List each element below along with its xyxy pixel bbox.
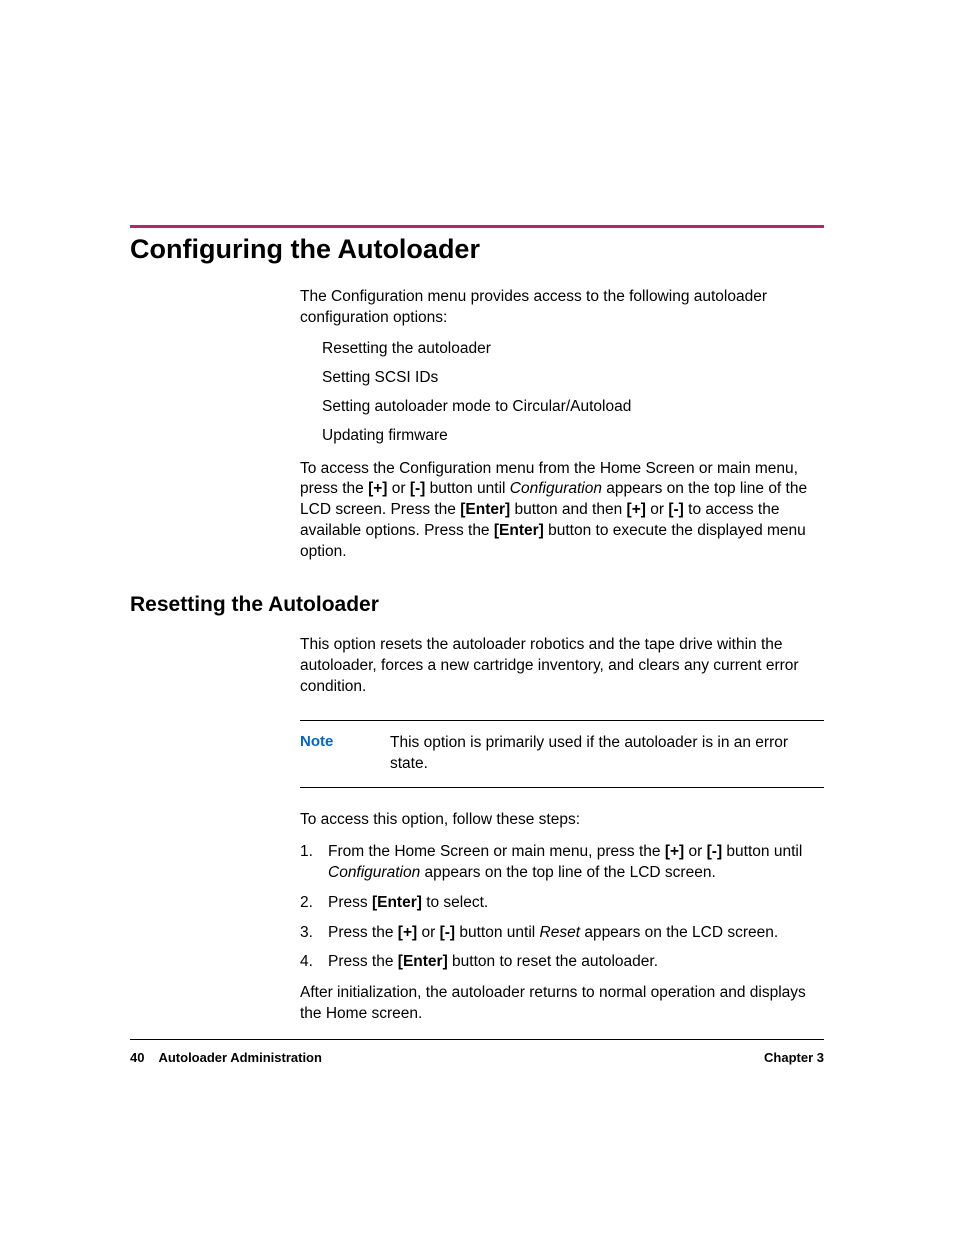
note-label: Note — [300, 733, 390, 775]
step-item: Press the [Enter] button to reset the au… — [300, 951, 824, 973]
access-paragraph: To access the Configuration menu from th… — [300, 459, 824, 564]
page-number: 40 — [130, 1050, 144, 1065]
footer-section-title: Autoloader Administration — [158, 1050, 321, 1065]
outro-paragraph: After initialization, the autoloader ret… — [300, 983, 824, 1025]
step-item: From the Home Screen or main menu, press… — [300, 841, 824, 884]
heading-configuring: Configuring the Autoloader — [130, 234, 824, 265]
note-text: This option is primarily used if the aut… — [390, 733, 824, 775]
page-footer: 40 Autoloader Administration Chapter 3 — [130, 1050, 824, 1065]
option-item: Resetting the autoloader — [322, 339, 824, 360]
step-item: Press the [+] or [-] button until Reset … — [300, 922, 824, 944]
option-item: Setting SCSI IDs — [322, 368, 824, 389]
footer-rule — [130, 1039, 824, 1041]
reset-intro-paragraph: This option resets the autoloader roboti… — [300, 635, 824, 698]
options-list: Resetting the autoloader Setting SCSI ID… — [322, 339, 824, 447]
accent-rule — [130, 225, 824, 228]
note-block: Note This option is primarily used if th… — [300, 720, 824, 788]
step-item: Press [Enter] to select. — [300, 892, 824, 914]
steps-intro: To access this option, follow these step… — [300, 810, 824, 831]
option-item: Setting autoloader mode to Circular/Auto… — [322, 397, 824, 418]
footer-chapter: Chapter 3 — [764, 1050, 824, 1065]
option-item: Updating firmware — [322, 426, 824, 447]
heading-resetting: Resetting the Autoloader — [130, 593, 824, 617]
intro-paragraph: The Configuration menu provides access t… — [300, 287, 824, 329]
steps-list: From the Home Screen or main menu, press… — [300, 841, 824, 973]
